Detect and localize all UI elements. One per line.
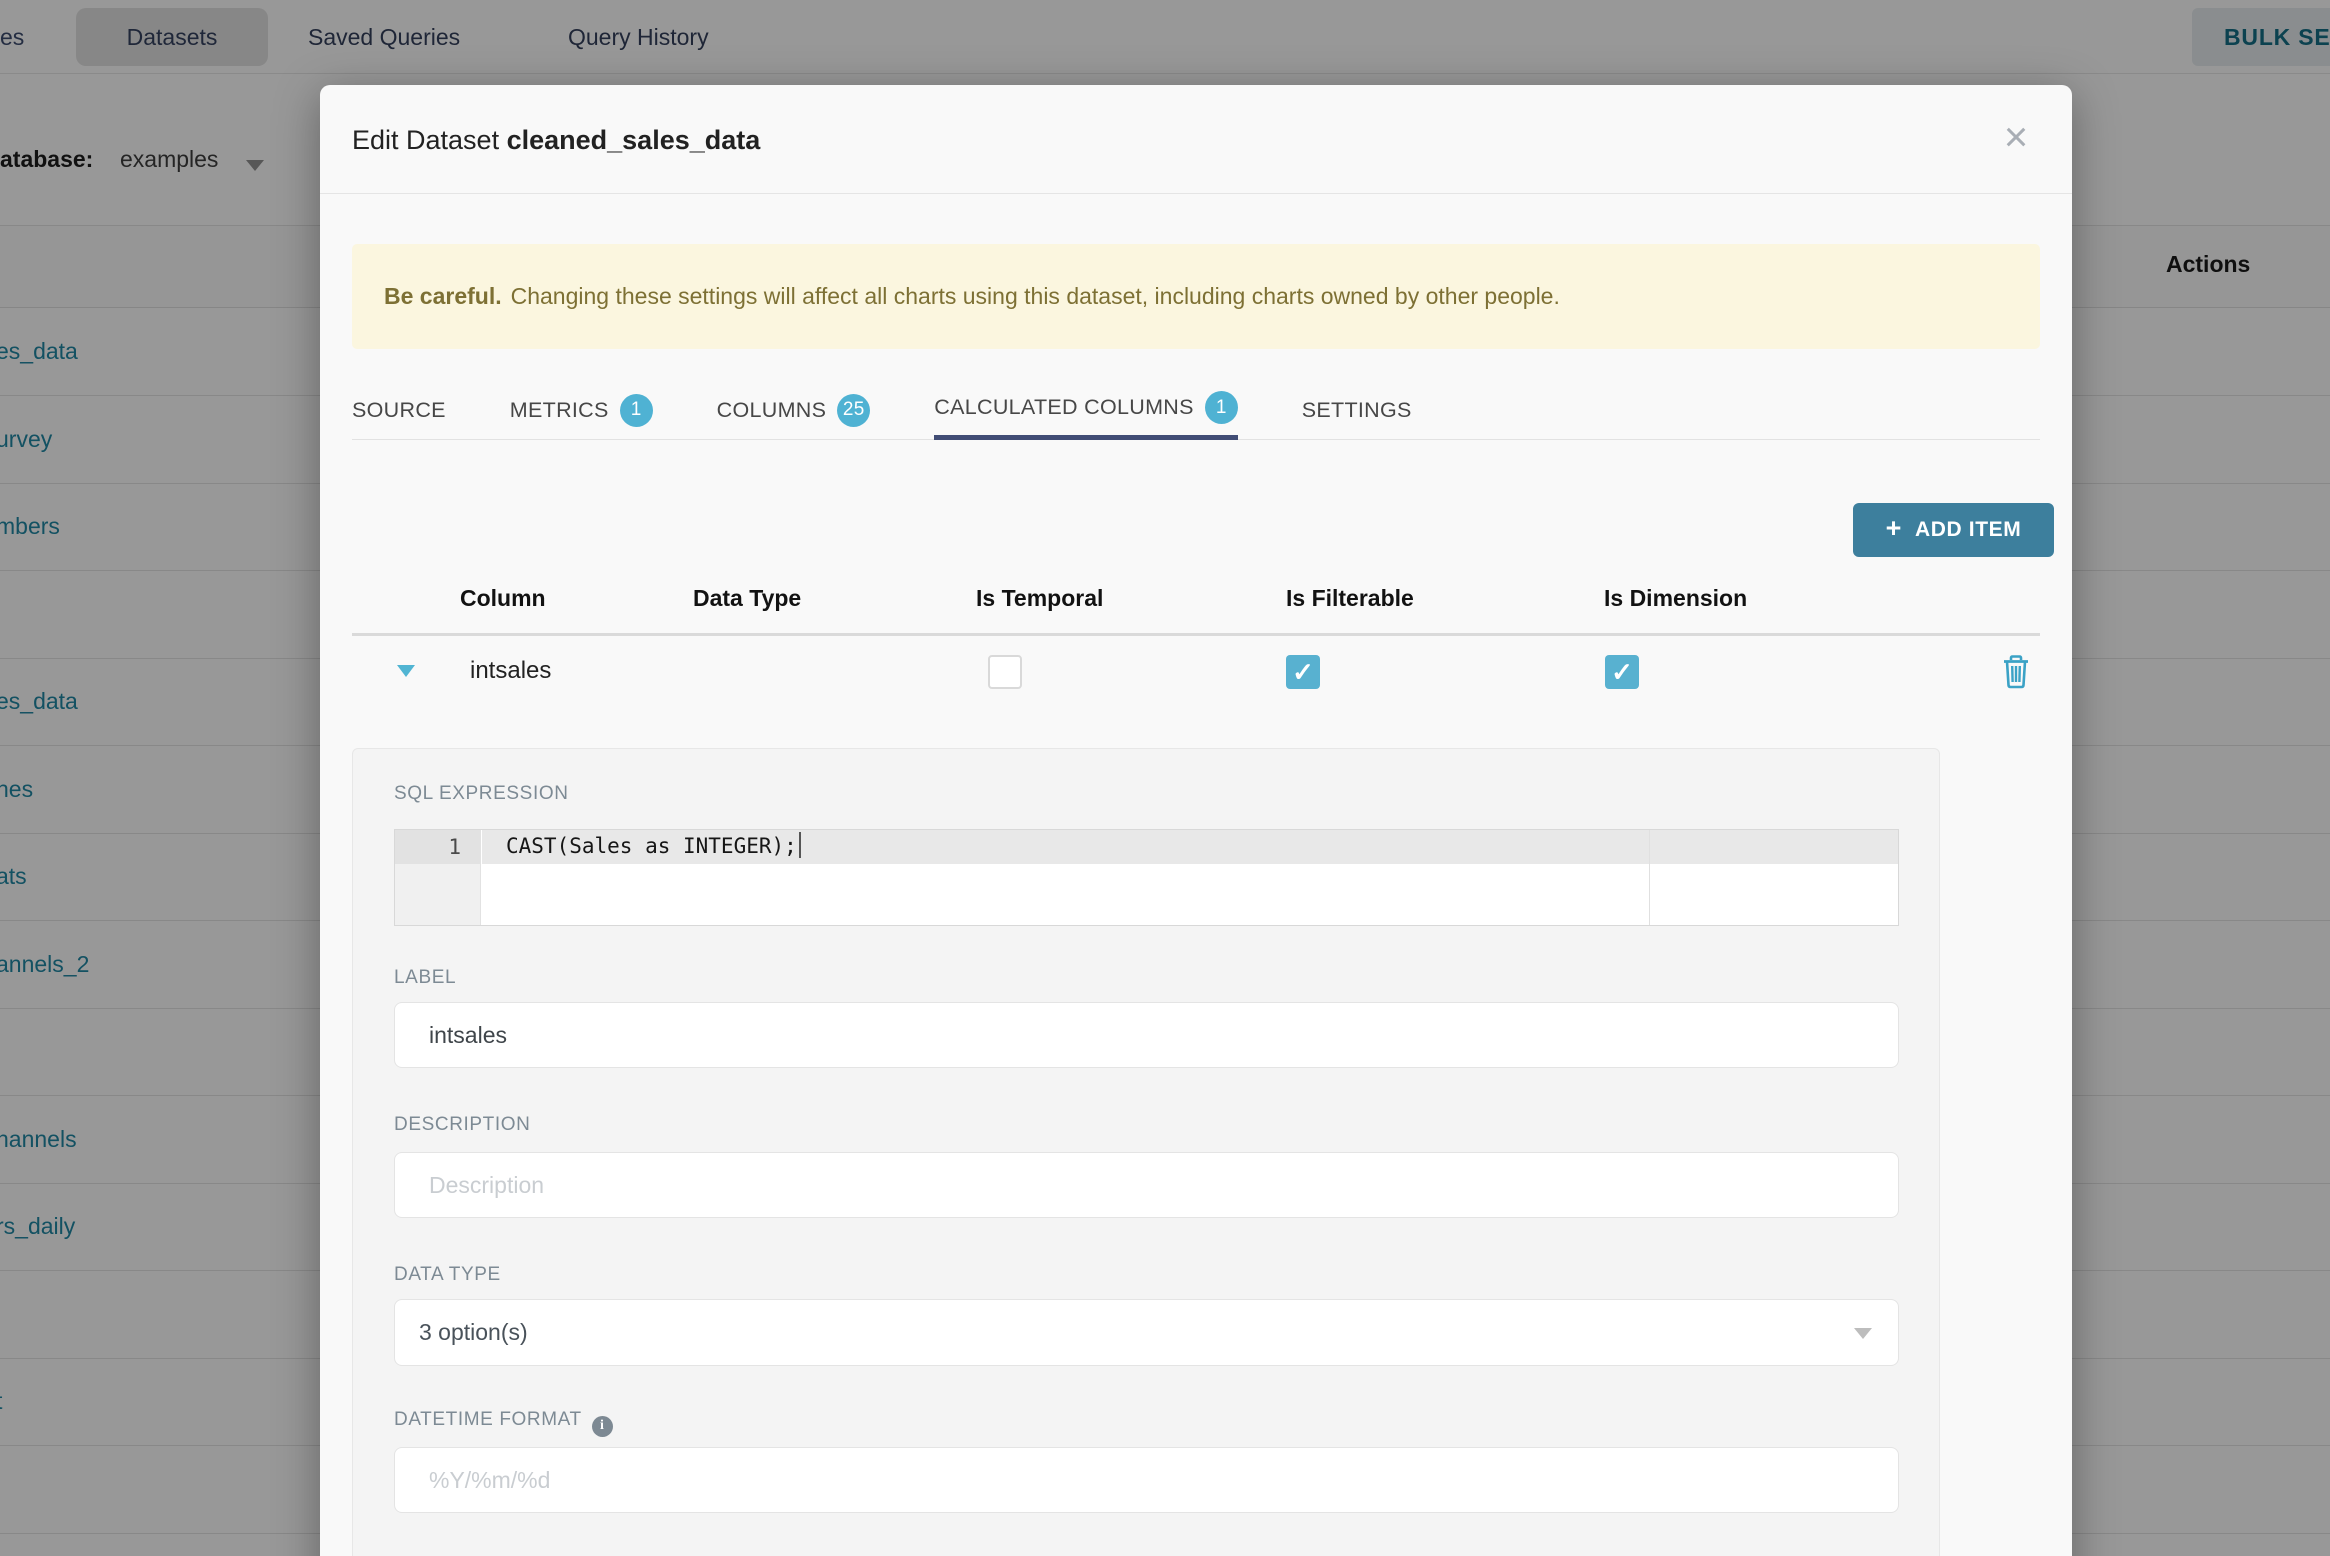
- tab-metrics[interactable]: METRICS 1: [510, 380, 653, 440]
- description-field-label: DESCRIPTION: [394, 1114, 531, 1135]
- tab-columns[interactable]: COLUMNS 25: [717, 380, 871, 440]
- text-cursor: [798, 832, 801, 858]
- tab-label: COLUMNS: [716, 397, 827, 422]
- close-icon[interactable]: ×: [1992, 113, 2040, 161]
- check-icon: ✓: [1611, 656, 1633, 687]
- sql-code-text: CAST(Sales as INTEGER);: [506, 834, 797, 858]
- tab-label: SETTINGS: [1301, 397, 1412, 422]
- tab-source[interactable]: SOURCE: [352, 380, 446, 440]
- label-field-label: LABEL: [394, 967, 457, 988]
- tab-label: CALCULATED COLUMNS: [934, 395, 1194, 419]
- collapse-caret-icon[interactable]: [397, 665, 415, 677]
- header-column: Column: [460, 585, 546, 611]
- is-filterable-checkbox[interactable]: ✓: [1286, 655, 1320, 689]
- datetime-format-field-label: DATETIME FORMAT i: [394, 1409, 613, 1437]
- sql-code-line: CAST(Sales as INTEGER);: [506, 832, 801, 858]
- data-type-selected-value: 3 option(s): [419, 1319, 528, 1345]
- info-icon[interactable]: i: [591, 1415, 613, 1437]
- sql-expression-label: SQL EXPRESSION: [394, 783, 569, 804]
- calculated-column-name: intsales: [470, 657, 552, 684]
- tab-settings[interactable]: SETTINGS: [1302, 380, 1412, 440]
- is-dimension-checkbox[interactable]: ✓: [1605, 655, 1639, 689]
- editor-line-number-gutter: 1: [395, 830, 481, 925]
- calculated-column-detail-panel: SQL EXPRESSION 1 CAST(Sales as INTEGER);…: [352, 748, 1940, 1556]
- modal-title-prefix: Edit Dataset: [352, 125, 500, 155]
- calculated-columns-count-badge: 1: [1204, 391, 1238, 424]
- edit-dataset-modal: Edit Dataset cleaned_sales_data × Be car…: [320, 85, 2072, 1556]
- tab-label: SOURCE: [352, 397, 446, 422]
- modal-title: Edit Dataset cleaned_sales_data: [352, 125, 760, 156]
- data-type-field-label: DATA TYPE: [394, 1264, 501, 1285]
- is-temporal-checkbox[interactable]: [988, 655, 1022, 689]
- datetime-format-input[interactable]: [394, 1447, 1899, 1513]
- warning-bold: Be careful.: [384, 283, 502, 309]
- header-divider: [352, 633, 2040, 636]
- check-icon: ✓: [1292, 656, 1314, 687]
- header-is-filterable: Is Filterable: [1286, 585, 1414, 611]
- editor-print-margin: [1649, 830, 1650, 925]
- sql-expression-editor[interactable]: 1 CAST(Sales as INTEGER);: [394, 829, 1899, 926]
- add-item-button[interactable]: + ADD ITEM: [1853, 503, 2054, 557]
- datetime-format-label-text: DATETIME FORMAT: [394, 1409, 582, 1430]
- warning-banner: Be careful. Changing these settings will…: [352, 244, 2040, 349]
- plus-icon: +: [1885, 513, 1903, 543]
- columns-count-badge: 25: [837, 393, 871, 427]
- warning-text: Changing these settings will affect all …: [510, 283, 1560, 309]
- delete-column-trash-icon[interactable]: [2001, 655, 2031, 689]
- header-is-temporal: Is Temporal: [976, 585, 1104, 611]
- chevron-down-icon: [1854, 1328, 1872, 1339]
- modal-tab-bar: SOURCE METRICS 1 COLUMNS 25 CALCULATED C…: [352, 380, 2040, 440]
- label-input[interactable]: [394, 1002, 1899, 1068]
- description-input[interactable]: [394, 1152, 1899, 1218]
- data-type-select[interactable]: 3 option(s): [394, 1299, 1899, 1366]
- modal-header-divider: [320, 193, 2072, 194]
- line-number: 1: [395, 830, 481, 864]
- header-data-type: Data Type: [693, 585, 802, 611]
- tab-calculated-columns[interactable]: CALCULATED COLUMNS 1: [934, 380, 1238, 440]
- screen: es Datasets Saved Queries Query History …: [0, 0, 2330, 1556]
- modal-title-dataset-name: cleaned_sales_data: [506, 125, 761, 155]
- metrics-count-badge: 1: [619, 393, 653, 427]
- tab-label: METRICS: [509, 397, 609, 422]
- header-is-dimension: Is Dimension: [1604, 585, 1748, 611]
- add-item-label: ADD ITEM: [1915, 518, 2022, 541]
